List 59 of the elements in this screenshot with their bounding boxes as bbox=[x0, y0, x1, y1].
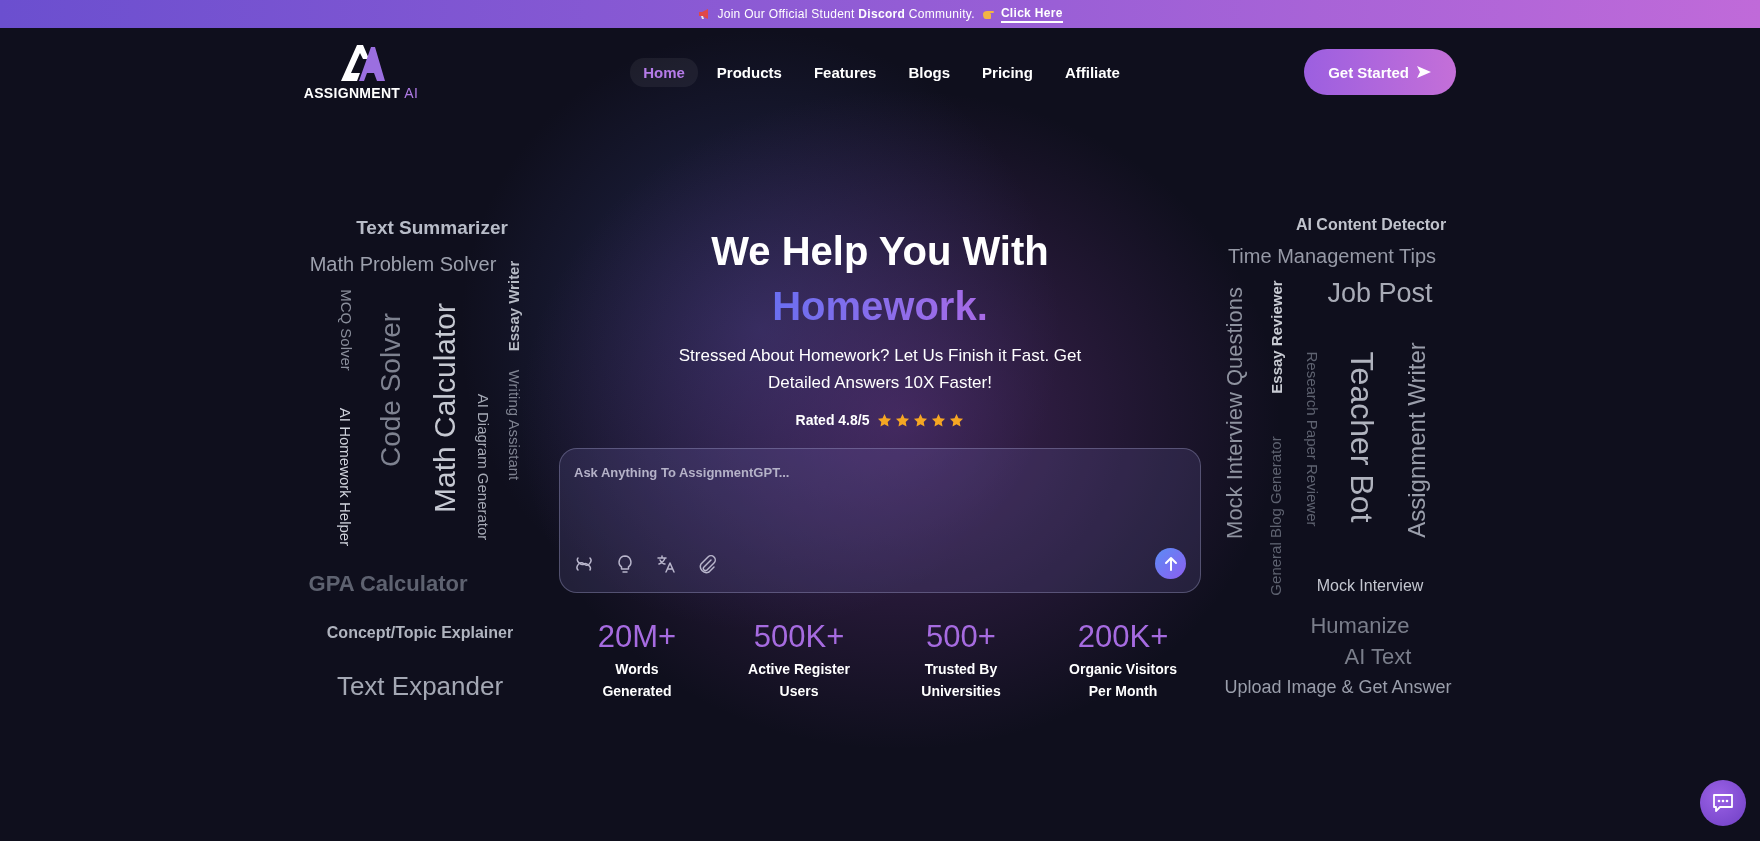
nav-link[interactable]: Pricing bbox=[969, 57, 1046, 87]
tool-tag-word[interactable]: Math Problem Solver bbox=[309, 253, 497, 275]
nav-link[interactable]: Features bbox=[800, 57, 890, 87]
tool-tag-word[interactable]: Mock Interview bbox=[1316, 577, 1424, 595]
stat-label: Trusted By Universities bbox=[921, 660, 1001, 701]
prompt-box[interactable]: Ask Anything To AssignmentGPT... bbox=[559, 448, 1201, 593]
arrow-icon bbox=[1416, 65, 1432, 79]
tool-tag-word[interactable]: Text Summarizer bbox=[356, 217, 508, 239]
nav-link[interactable]: Products bbox=[703, 57, 795, 87]
tool-tag-word[interactable]: Humanize bbox=[1310, 613, 1410, 639]
stat-value: 200K+ bbox=[1077, 618, 1169, 656]
prompt-field[interactable]: Ask Anything To AssignmentGPT... bbox=[574, 449, 1186, 548]
get-started-button[interactable]: Get Started bbox=[1304, 49, 1456, 95]
tool-tag-word[interactable]: Assignment Writer bbox=[1403, 342, 1431, 538]
star-icon bbox=[949, 412, 965, 428]
tool-tag-word[interactable]: AI Content Detector bbox=[1295, 216, 1447, 234]
nav-link[interactable]: Blogs bbox=[895, 57, 964, 87]
tool-tag-word[interactable]: Math Calculator bbox=[427, 302, 461, 514]
arrow-up-icon bbox=[1162, 555, 1179, 572]
star-icon bbox=[877, 412, 893, 428]
tool-tag-word[interactable]: Concept/Topic Explainer bbox=[326, 624, 514, 642]
star-icon bbox=[895, 412, 911, 428]
announcement-text: Join Our Official Student Discord Community. bbox=[717, 7, 975, 21]
tool-tag-word[interactable]: Text Expander bbox=[336, 671, 504, 701]
tool-tag-word[interactable]: Upload Image & Get Answer bbox=[1224, 678, 1452, 698]
stat-label: Organic Visitors Per Month bbox=[1069, 660, 1177, 701]
stat-label: Active Register Users bbox=[748, 660, 850, 701]
nav-link[interactable]: Affiliate bbox=[1051, 57, 1133, 87]
tool-tag-word[interactable]: AI Homework Helper bbox=[336, 407, 354, 547]
tool-tag-word[interactable]: Time Management Tips bbox=[1227, 245, 1437, 267]
send-button[interactable] bbox=[1155, 548, 1186, 579]
tool-tag-word[interactable]: Code Solver bbox=[375, 312, 407, 468]
logo-wordmark: ASSIGNMENT AI bbox=[303, 85, 419, 101]
tool-tag-word[interactable]: Essay Writer bbox=[505, 260, 523, 352]
star-icon bbox=[913, 412, 929, 428]
hero-title: We Help You With bbox=[711, 228, 1049, 275]
chat-button[interactable] bbox=[1700, 780, 1746, 826]
lightbulb-icon[interactable] bbox=[615, 553, 635, 574]
rating-text: Rated 4.8/5 bbox=[795, 412, 870, 428]
pointing-hand-icon bbox=[980, 8, 995, 20]
tool-tag-word[interactable]: Writing Assistant bbox=[505, 369, 523, 481]
stat-label: Words Generated bbox=[602, 660, 672, 701]
tool-tag-word[interactable]: MCQ Solver bbox=[337, 289, 355, 371]
tool-tag-word[interactable]: Essay Reviewer bbox=[1268, 280, 1286, 394]
chat-icon bbox=[1712, 793, 1734, 813]
paperclip-icon[interactable] bbox=[697, 553, 717, 574]
nav-link[interactable]: Home bbox=[630, 57, 698, 87]
hero-subtitle: Stressed About Homework? Let Us Finish it Fast. Get Detailed Answers 10X Faster! bbox=[677, 345, 1083, 394]
tool-tag-word[interactable]: Mock Interview Questions bbox=[1222, 287, 1248, 539]
tool-tag-word[interactable]: AI Text bbox=[1344, 644, 1412, 670]
stat-value: 500K+ bbox=[753, 618, 845, 656]
star-icon bbox=[931, 412, 947, 428]
translate-icon[interactable] bbox=[656, 553, 676, 574]
tool-tag-word[interactable]: AI Diagram Generator bbox=[474, 393, 492, 541]
tool-tag-word[interactable]: Teacher Bot bbox=[1343, 351, 1379, 523]
stat-value: 500+ bbox=[926, 618, 996, 656]
stat-value: 20M+ bbox=[597, 618, 677, 656]
tool-tag-word[interactable]: Job Post bbox=[1327, 279, 1433, 309]
click-here-link[interactable]: Click Here bbox=[1000, 5, 1063, 23]
